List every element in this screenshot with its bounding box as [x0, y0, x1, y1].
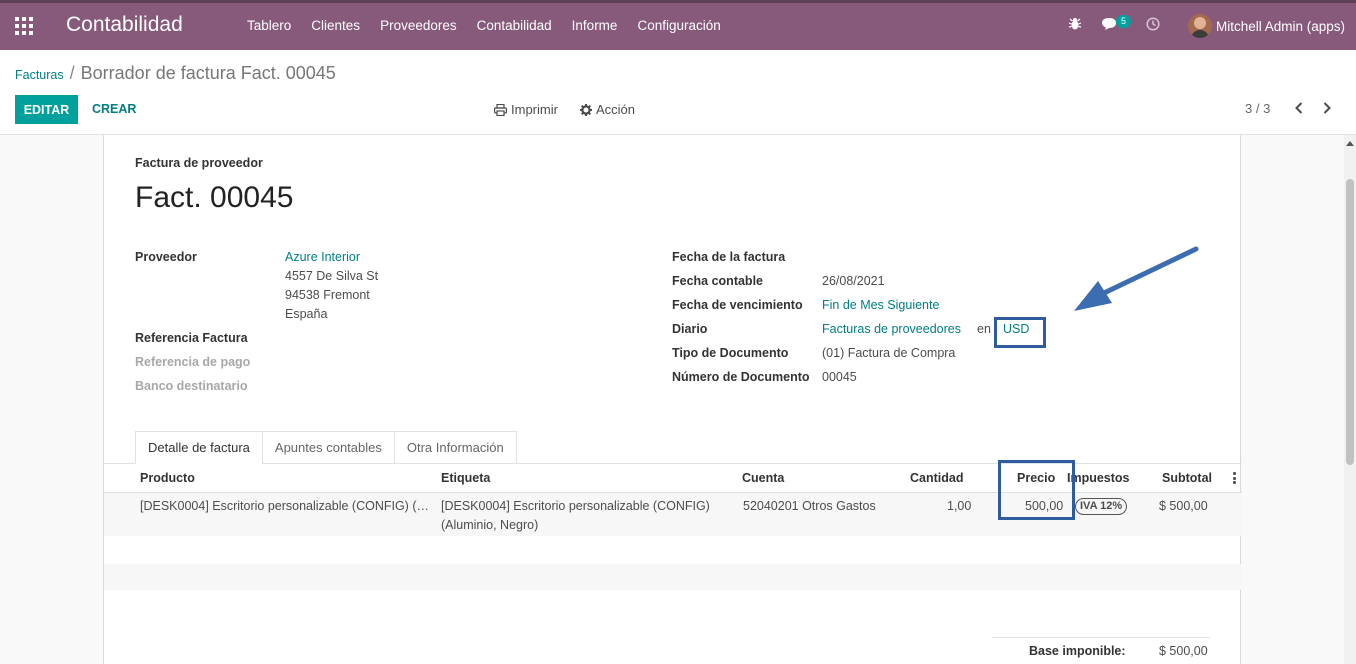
price-highlight-box [998, 460, 1075, 520]
tab-journal-items[interactable]: Apuntes contables [261, 431, 394, 464]
line-tax-badge[interactable]: IVA 12% [1075, 498, 1128, 515]
column-header-taxes[interactable]: Impuestos [1067, 471, 1130, 485]
breadcrumb: Facturas / Borrador de factura Fact. 00045 [15, 63, 336, 84]
column-header-account[interactable]: Cuenta [742, 471, 784, 485]
user-avatar[interactable] [1188, 14, 1212, 38]
messages-count-badge: 5 [1116, 15, 1132, 28]
scroll-up-arrow[interactable] [1346, 141, 1354, 146]
tab-invoice-lines[interactable]: Detalle de factura [135, 431, 262, 464]
currency-highlight-box [994, 317, 1046, 348]
messages-chat-icon[interactable] [1101, 17, 1117, 31]
print-label: Imprimir [511, 102, 558, 117]
vendor-address-city: 94538 Fremont [285, 288, 370, 302]
debug-bug-icon[interactable] [1068, 17, 1082, 31]
document-type-value: (01) Factura de Compra [822, 346, 956, 360]
menu-item-tablero[interactable]: Tablero [237, 18, 301, 33]
pager-previous-icon[interactable] [1294, 101, 1304, 115]
menu-item-clientes[interactable]: Clientes [301, 18, 370, 33]
printer-icon [494, 103, 507, 116]
app-title: Contabilidad [66, 13, 183, 36]
gear-icon [580, 103, 592, 116]
line-account[interactable]: 52040201 Otros Gastos [743, 499, 876, 513]
accounting-date-value: 26/08/2021 [822, 274, 885, 288]
journal-link[interactable]: Facturas de proveedores [822, 322, 961, 336]
apps-menu-icon[interactable] [15, 17, 33, 35]
tab-other-info[interactable]: Otra Información [393, 431, 517, 464]
journal-label: Diario [672, 322, 708, 336]
notebook-tabs: Detalle de factura Apuntes contables Otr… [135, 431, 517, 464]
vendor-address-country: España [285, 307, 328, 321]
optional-columns-icon[interactable] [1233, 472, 1236, 484]
top-navbar: Contabilidad Tablero Clientes Proveedore… [0, 0, 1356, 50]
vendor-label: Proveedor [135, 250, 197, 264]
totals-divider [992, 637, 1210, 638]
create-button[interactable]: CREAR [92, 102, 136, 116]
due-date-label: Fecha de vencimiento [672, 298, 803, 312]
print-button[interactable]: Imprimir [494, 102, 558, 117]
breadcrumb-facturas[interactable]: Facturas [15, 68, 64, 82]
line-label-line1[interactable]: [DESK0004] Escritorio personalizable (CO… [441, 499, 710, 513]
main-menu: Tablero Clientes Proveedores Contabilida… [237, 18, 731, 33]
breadcrumb-separator: / [69, 63, 75, 83]
payment-reference-label: Referencia de pago [135, 355, 251, 369]
invoice-type-label: Factura de proveedor [135, 156, 263, 170]
pager-next-icon[interactable] [1322, 101, 1332, 115]
empty-row [104, 564, 1242, 590]
vertical-scrollbar[interactable] [1344, 135, 1356, 664]
activity-clock-icon[interactable] [1146, 17, 1160, 31]
column-header-label[interactable]: Etiqueta [441, 471, 490, 485]
pager-value[interactable]: 3 / 3 [1245, 101, 1270, 116]
payment-terms-link[interactable]: Fin de Mes Siguiente [822, 298, 939, 312]
menu-item-contabilidad[interactable]: Contabilidad [467, 18, 562, 33]
recipient-bank-label: Banco destinatario [135, 379, 248, 393]
column-header-subtotal[interactable]: Subtotal [1162, 471, 1212, 485]
accounting-date-label: Fecha contable [672, 274, 763, 288]
menu-item-informe[interactable]: Informe [562, 18, 628, 33]
document-type-label: Tipo de Documento [672, 346, 789, 360]
column-header-quantity[interactable]: Cantidad [910, 471, 963, 485]
tax-base-label: Base imponible: [1029, 644, 1126, 658]
currency-prefix: en [977, 322, 991, 336]
line-label-line2[interactable]: (Aluminio, Negro) [441, 518, 538, 532]
vendor-address-street: 4557 De Silva St [285, 269, 379, 283]
annotation-arrow-icon [1074, 246, 1199, 311]
scroll-thumb[interactable] [1346, 179, 1354, 465]
invoice-reference-label: Referencia Factura [135, 331, 248, 345]
action-button[interactable]: Acción [580, 102, 635, 117]
vendor-link[interactable]: Azure Interior [285, 250, 360, 264]
column-header-product[interactable]: Producto [140, 471, 195, 485]
edit-button[interactable]: EDITAR [15, 95, 78, 124]
line-subtotal[interactable]: $ 500,00 [1159, 499, 1208, 513]
line-quantity[interactable]: 1,00 [947, 499, 971, 513]
document-number-value: 00045 [822, 370, 857, 384]
form-sheet: Factura de proveedor Fact. 00045 Proveed… [103, 135, 1242, 664]
document-number-label: Número de Documento [672, 370, 810, 384]
menu-item-configuracion[interactable]: Configuración [627, 18, 730, 33]
menu-item-proveedores[interactable]: Proveedores [370, 18, 467, 33]
tax-base-value: $ 500,00 [1159, 644, 1208, 658]
invoice-date-label: Fecha de la factura [672, 250, 786, 264]
action-label: Acción [596, 102, 636, 117]
line-product[interactable]: [DESK0004] Escritorio personalizable (CO… [140, 499, 429, 513]
user-menu[interactable]: Mitchell Admin (apps) [1216, 19, 1345, 34]
invoice-number-title: Fact. 00045 [135, 181, 294, 214]
breadcrumb-current: Borrador de factura Fact. 00045 [80, 63, 336, 83]
